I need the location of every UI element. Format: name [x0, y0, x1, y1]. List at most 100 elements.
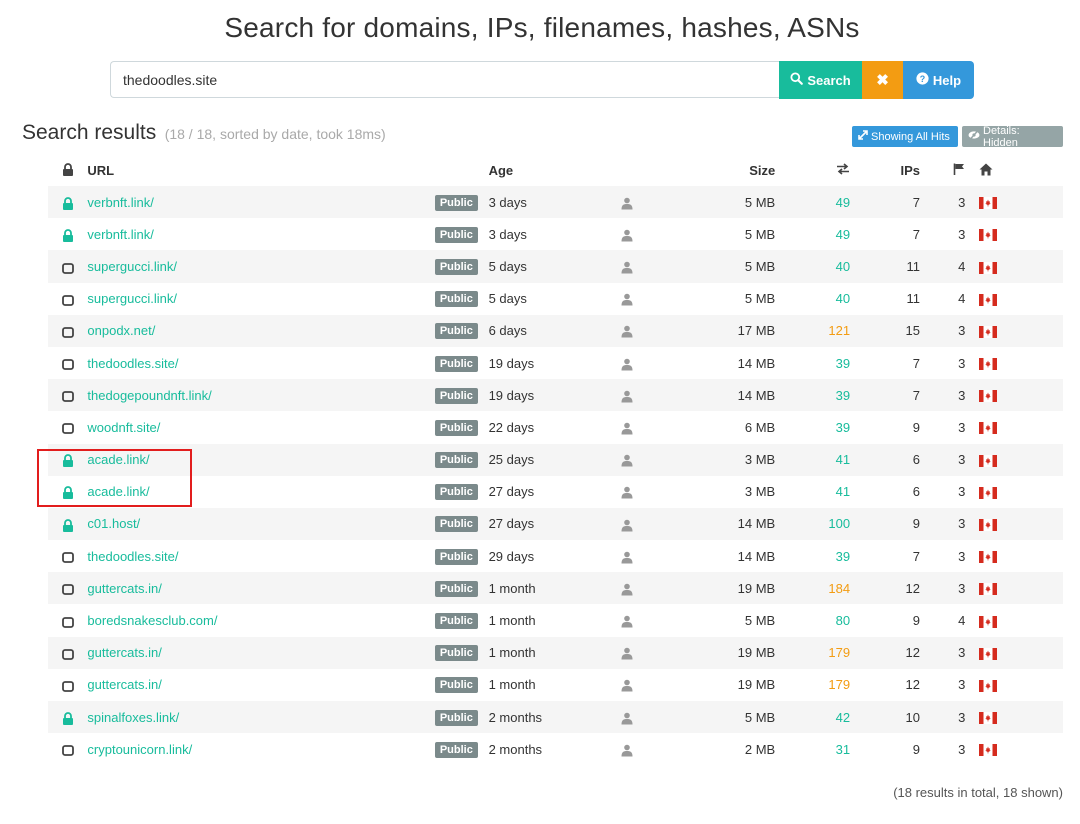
result-url-link[interactable]: guttercats.in/	[87, 677, 161, 692]
page-title: Search for domains, IPs, filenames, hash…	[224, 12, 860, 43]
result-url-link[interactable]: guttercats.in/	[87, 581, 161, 596]
url-cell: thedogepoundnft.link/	[87, 379, 434, 411]
country-flag-cell	[965, 733, 1063, 765]
home-column-header[interactable]	[965, 155, 1063, 186]
result-url-link[interactable]: thedoodles.site/	[87, 549, 178, 564]
user-cell	[621, 347, 675, 379]
result-url-link[interactable]: spinalfoxes.link/	[87, 710, 179, 725]
result-url-link[interactable]: verbnft.link/	[87, 227, 153, 242]
redirects-cell: 39	[835, 548, 851, 564]
country-flag-cell	[965, 315, 1063, 347]
user-icon	[621, 484, 633, 499]
public-badge: Public	[434, 226, 478, 243]
visibility-cell: Public	[434, 669, 489, 701]
public-badge: Public	[434, 194, 478, 211]
lock-status-cell	[48, 572, 87, 604]
country-flag-cell	[965, 411, 1063, 443]
lock-status-cell	[48, 283, 87, 315]
size-column-header[interactable]: Size	[675, 155, 775, 186]
result-url-link[interactable]: thedoodles.site/	[87, 356, 178, 371]
ips-cell: 15	[905, 323, 921, 339]
result-url-link[interactable]: onpodx.net/	[87, 323, 155, 338]
size-cell: 6 MB	[744, 419, 776, 435]
ips-cell: 7	[912, 226, 921, 242]
table-row: guttercats.in/ Public 1 month 19 MB 179 …	[48, 636, 1063, 669]
result-url-link[interactable]: thedogepoundnft.link/	[87, 388, 211, 403]
result-url-link[interactable]: guttercats.in/	[87, 645, 161, 660]
redirects-cell: 121	[828, 323, 851, 339]
search-box[interactable]	[110, 61, 780, 98]
close-icon: ✖	[876, 72, 889, 89]
public-badge: Public	[434, 677, 478, 694]
ips-column-header[interactable]: IPs	[850, 155, 921, 186]
ips-cell: 7	[912, 355, 921, 371]
countries-column-header[interactable]	[920, 155, 965, 186]
ips-cell: 9	[912, 613, 921, 629]
countries-cell: 4	[958, 258, 966, 274]
redirects-cell: 42	[835, 709, 851, 725]
result-url-link[interactable]: supergucci.link/	[87, 259, 177, 274]
user-cell	[621, 218, 675, 250]
result-url-link[interactable]: supergucci.link/	[87, 291, 177, 306]
countries-cell: 3	[958, 484, 966, 500]
expand-icon	[858, 130, 868, 143]
user-cell	[621, 315, 675, 347]
visibility-cell: Public	[434, 701, 489, 733]
search-input[interactable]	[111, 62, 780, 97]
help-button[interactable]: ? Help	[903, 61, 974, 99]
url-column-header[interactable]: URL	[87, 155, 434, 186]
visibility-cell: Public	[434, 508, 489, 540]
redirects-column-header[interactable]	[775, 155, 850, 186]
visibility-cell: Public	[434, 540, 489, 572]
redirects-cell: 49	[835, 194, 851, 210]
result-url-link[interactable]: boredsnakesclub.com/	[87, 613, 217, 628]
ips-cell: 9	[912, 419, 921, 435]
user-icon	[621, 388, 633, 403]
lock-status-cell	[48, 250, 87, 282]
search-button[interactable]: Search	[779, 61, 862, 99]
lock-closed-icon	[62, 227, 74, 242]
result-url-link[interactable]: c01.host/	[87, 516, 140, 531]
visibility-cell: Public	[434, 637, 489, 669]
ips-cell: 12	[905, 645, 921, 661]
age-cell: 19 days	[488, 387, 535, 403]
user-icon	[621, 452, 633, 467]
result-url-link[interactable]: cryptounicorn.link/	[87, 742, 192, 757]
result-url-link[interactable]: woodnft.site/	[87, 420, 160, 435]
public-badge: Public	[434, 741, 478, 758]
size-cell: 5 MB	[744, 226, 776, 242]
countries-cell: 3	[958, 194, 966, 210]
size-cell: 14 MB	[737, 387, 776, 403]
exchange-icon	[836, 163, 850, 178]
result-url-link[interactable]: verbnft.link/	[87, 195, 153, 210]
showing-all-hits-button[interactable]: Showing All Hits	[852, 126, 958, 147]
lock-open-icon	[61, 581, 74, 596]
visibility-cell: Public	[434, 444, 489, 476]
age-column-header[interactable]: Age	[489, 155, 621, 186]
table-row: spinalfoxes.link/ Public 2 months 5 MB 4…	[48, 701, 1063, 734]
lock-status-cell	[48, 540, 87, 572]
lock-status-cell	[48, 315, 87, 347]
visibility-cell: Public	[434, 379, 489, 411]
user-cell	[621, 540, 675, 572]
redirects-cell: 40	[835, 291, 851, 307]
table-row: c01.host/ Public 27 days 14 MB 100 9 3	[48, 507, 1063, 541]
url-cell: thedoodles.site/	[87, 540, 434, 572]
ips-cell: 10	[905, 709, 921, 725]
url-cell: boredsnakesclub.com/	[87, 604, 434, 636]
user-icon	[621, 613, 633, 628]
user-icon	[621, 195, 633, 210]
public-badge: Public	[434, 291, 478, 308]
details-toggle-button[interactable]: Details: Hidden	[962, 125, 1063, 149]
canada-flag-icon	[979, 452, 998, 467]
user-cell	[621, 283, 675, 315]
redirects-cell: 41	[835, 484, 851, 500]
redirects-cell: 31	[835, 741, 851, 757]
ips-cell: 11	[906, 258, 921, 274]
canada-flag-icon	[979, 742, 998, 757]
lock-open-icon	[61, 549, 74, 564]
clear-button[interactable]: ✖	[862, 61, 903, 99]
url-cell: supergucci.link/	[87, 283, 434, 315]
redirects-cell: 179	[828, 645, 851, 661]
canada-flag-icon	[979, 227, 998, 242]
